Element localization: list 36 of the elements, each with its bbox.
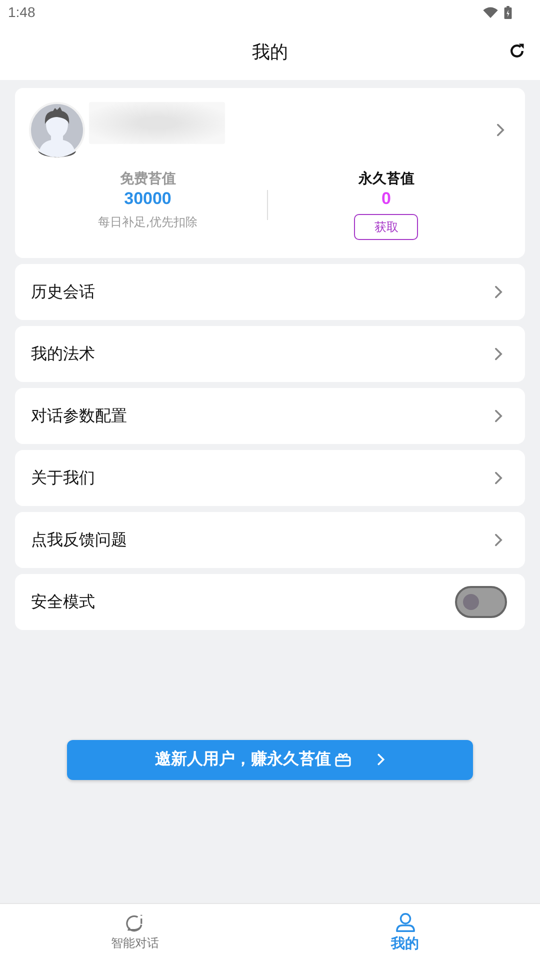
- person-icon: [394, 912, 416, 932]
- menu-row[interactable]: 点我反馈问题: [15, 512, 525, 568]
- battery-icon: [504, 6, 512, 18]
- chevron-icon[interactable]: [496, 123, 505, 137]
- menu-row[interactable]: 历史会话: [15, 264, 525, 320]
- get-button[interactable]: 获取: [354, 214, 418, 240]
- chat-bubble-icon: [125, 912, 145, 932]
- page-title: 我的: [252, 41, 288, 64]
- chevron-icon: [494, 533, 503, 547]
- wifi-icon: [483, 6, 498, 18]
- chevron-icon: [377, 753, 385, 766]
- chevron-icon: [494, 347, 503, 361]
- menu-row[interactable]: 安全模式: [15, 574, 525, 630]
- menu-label: 我的法术: [31, 344, 95, 364]
- credit-label: 免费苔值: [120, 170, 176, 188]
- credit-note: 每日补足,优先扣除: [98, 214, 198, 231]
- toggle-switch[interactable]: [455, 586, 507, 618]
- menu-label: 点我反馈问题: [31, 530, 127, 550]
- menu-label: 对话参数配置: [31, 406, 127, 426]
- chevron-icon: [494, 285, 503, 299]
- refresh-icon[interactable]: [508, 42, 526, 60]
- menu-label: 历史会话: [31, 282, 95, 302]
- status-time: 1:48: [8, 4, 36, 20]
- chevron-icon: [494, 471, 503, 485]
- menu-row[interactable]: 我的法术: [15, 326, 525, 382]
- menu-row[interactable]: 对话参数配置: [15, 388, 525, 444]
- credit-value: 30000: [124, 188, 172, 210]
- nav-tab[interactable]: 智能对话: [0, 904, 270, 960]
- avatar-icon: [29, 102, 85, 158]
- gift-icon: [335, 752, 351, 766]
- menu-label: 安全模式: [31, 592, 95, 612]
- chevron-icon: [494, 409, 503, 423]
- menu-row[interactable]: 关于我们: [15, 450, 525, 506]
- credit-label: 永久苔值: [358, 170, 414, 188]
- menu-label: 关于我们: [31, 468, 95, 488]
- credit-value: 0: [382, 188, 391, 210]
